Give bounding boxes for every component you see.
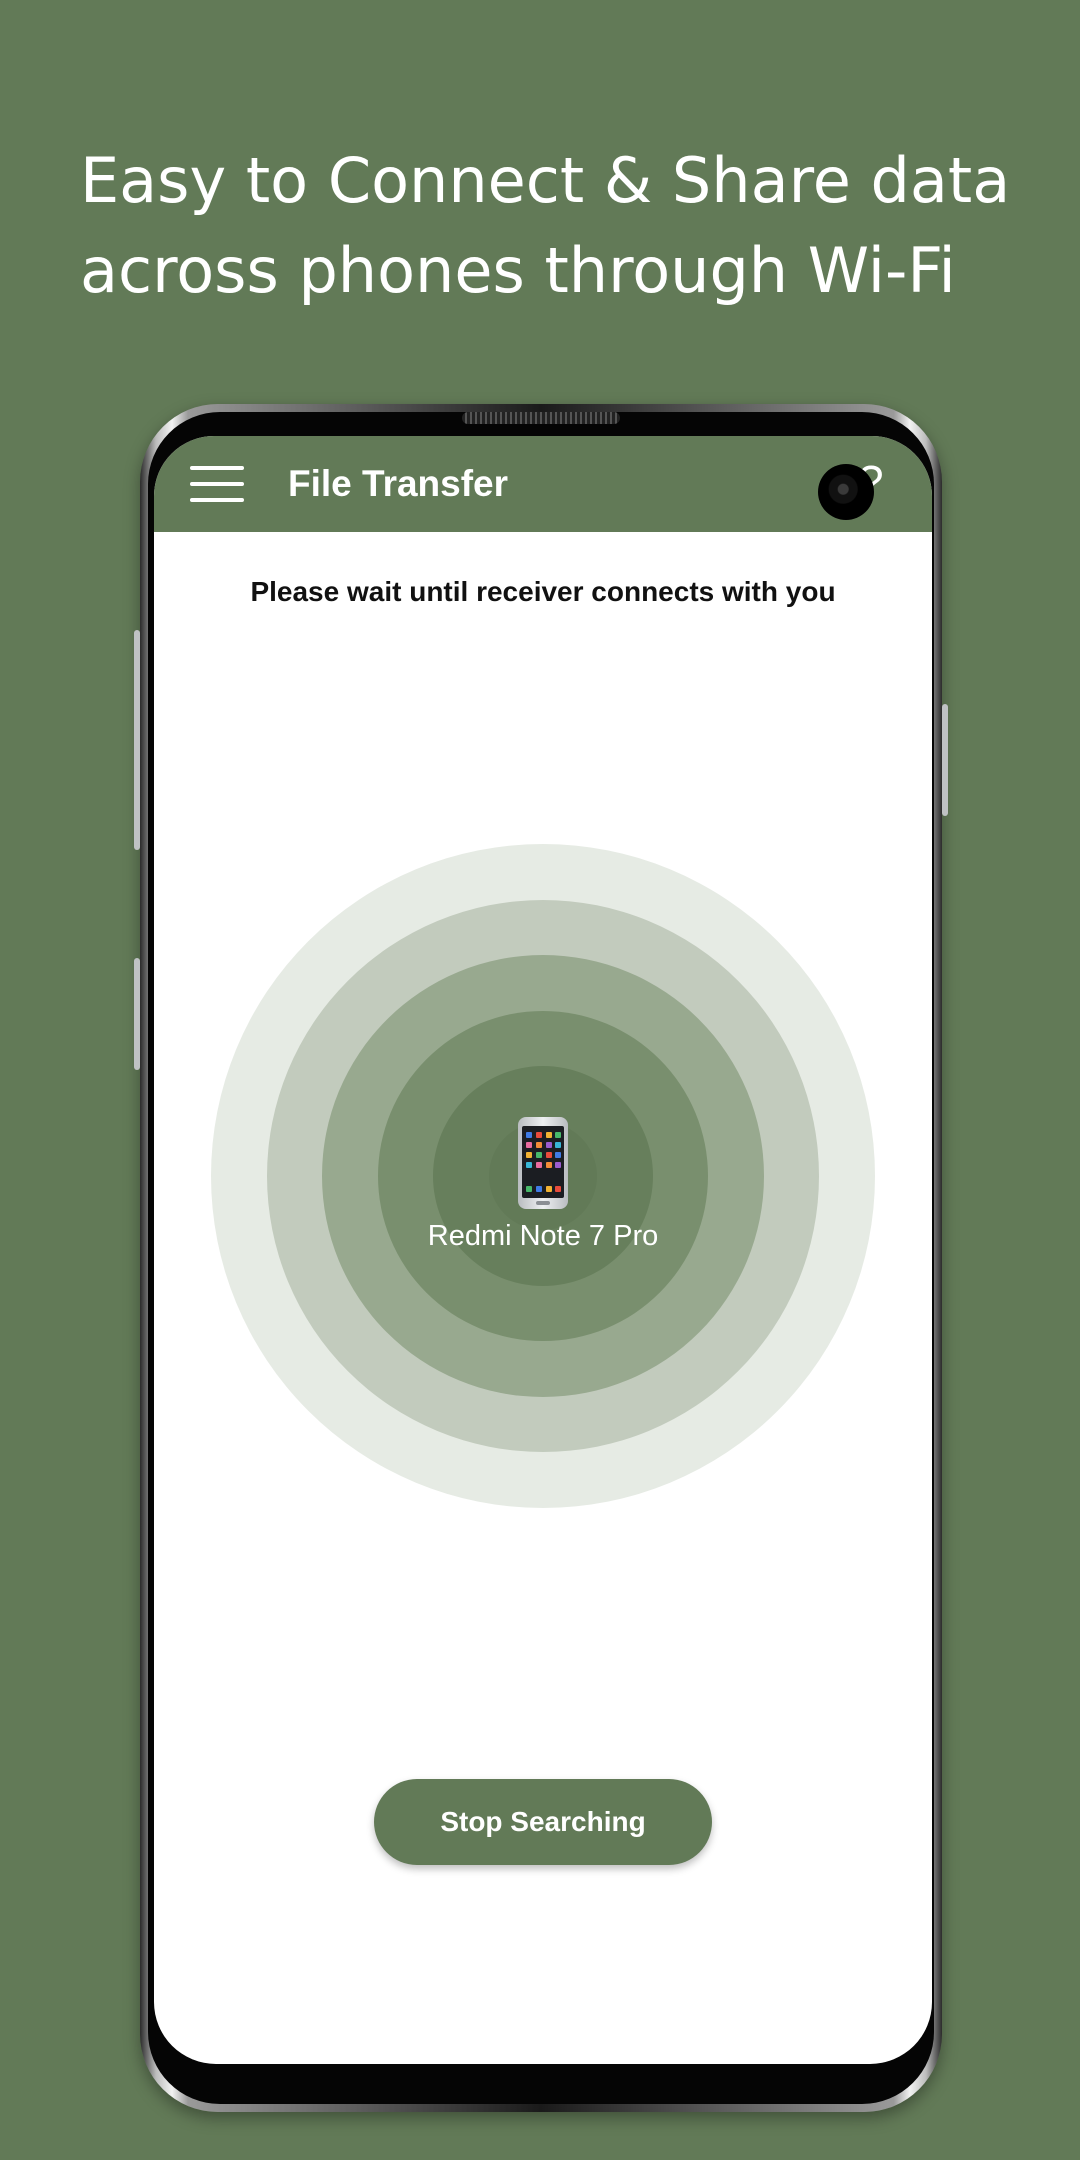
device-name-label[interactable]: Redmi Note 7 Pro: [154, 1220, 932, 1253]
app-title: File Transfer: [288, 463, 509, 504]
promo-headline: Easy to Connect & Share data across phon…: [80, 136, 1040, 316]
stop-searching-button[interactable]: Stop Searching: [374, 1779, 712, 1865]
phone-screen: File Transfer ? Please wait until receiv…: [154, 436, 932, 2064]
front-camera: [818, 464, 874, 520]
hamburger-menu-icon[interactable]: [190, 466, 244, 502]
promo-headline-line-1: Easy to Connect & Share data: [80, 144, 1011, 217]
wait-instruction: Please wait until receiver connects with…: [250, 576, 836, 607]
earpiece-speaker: [462, 412, 620, 424]
volume-button: [134, 630, 140, 850]
promo-headline-line-2: across phones through Wi-Fi: [80, 234, 956, 307]
mobile-phone-icon[interactable]: [518, 1117, 568, 1209]
app-bar: File Transfer ?: [154, 436, 932, 532]
bixby-button: [134, 958, 140, 1070]
power-button: [942, 704, 948, 816]
